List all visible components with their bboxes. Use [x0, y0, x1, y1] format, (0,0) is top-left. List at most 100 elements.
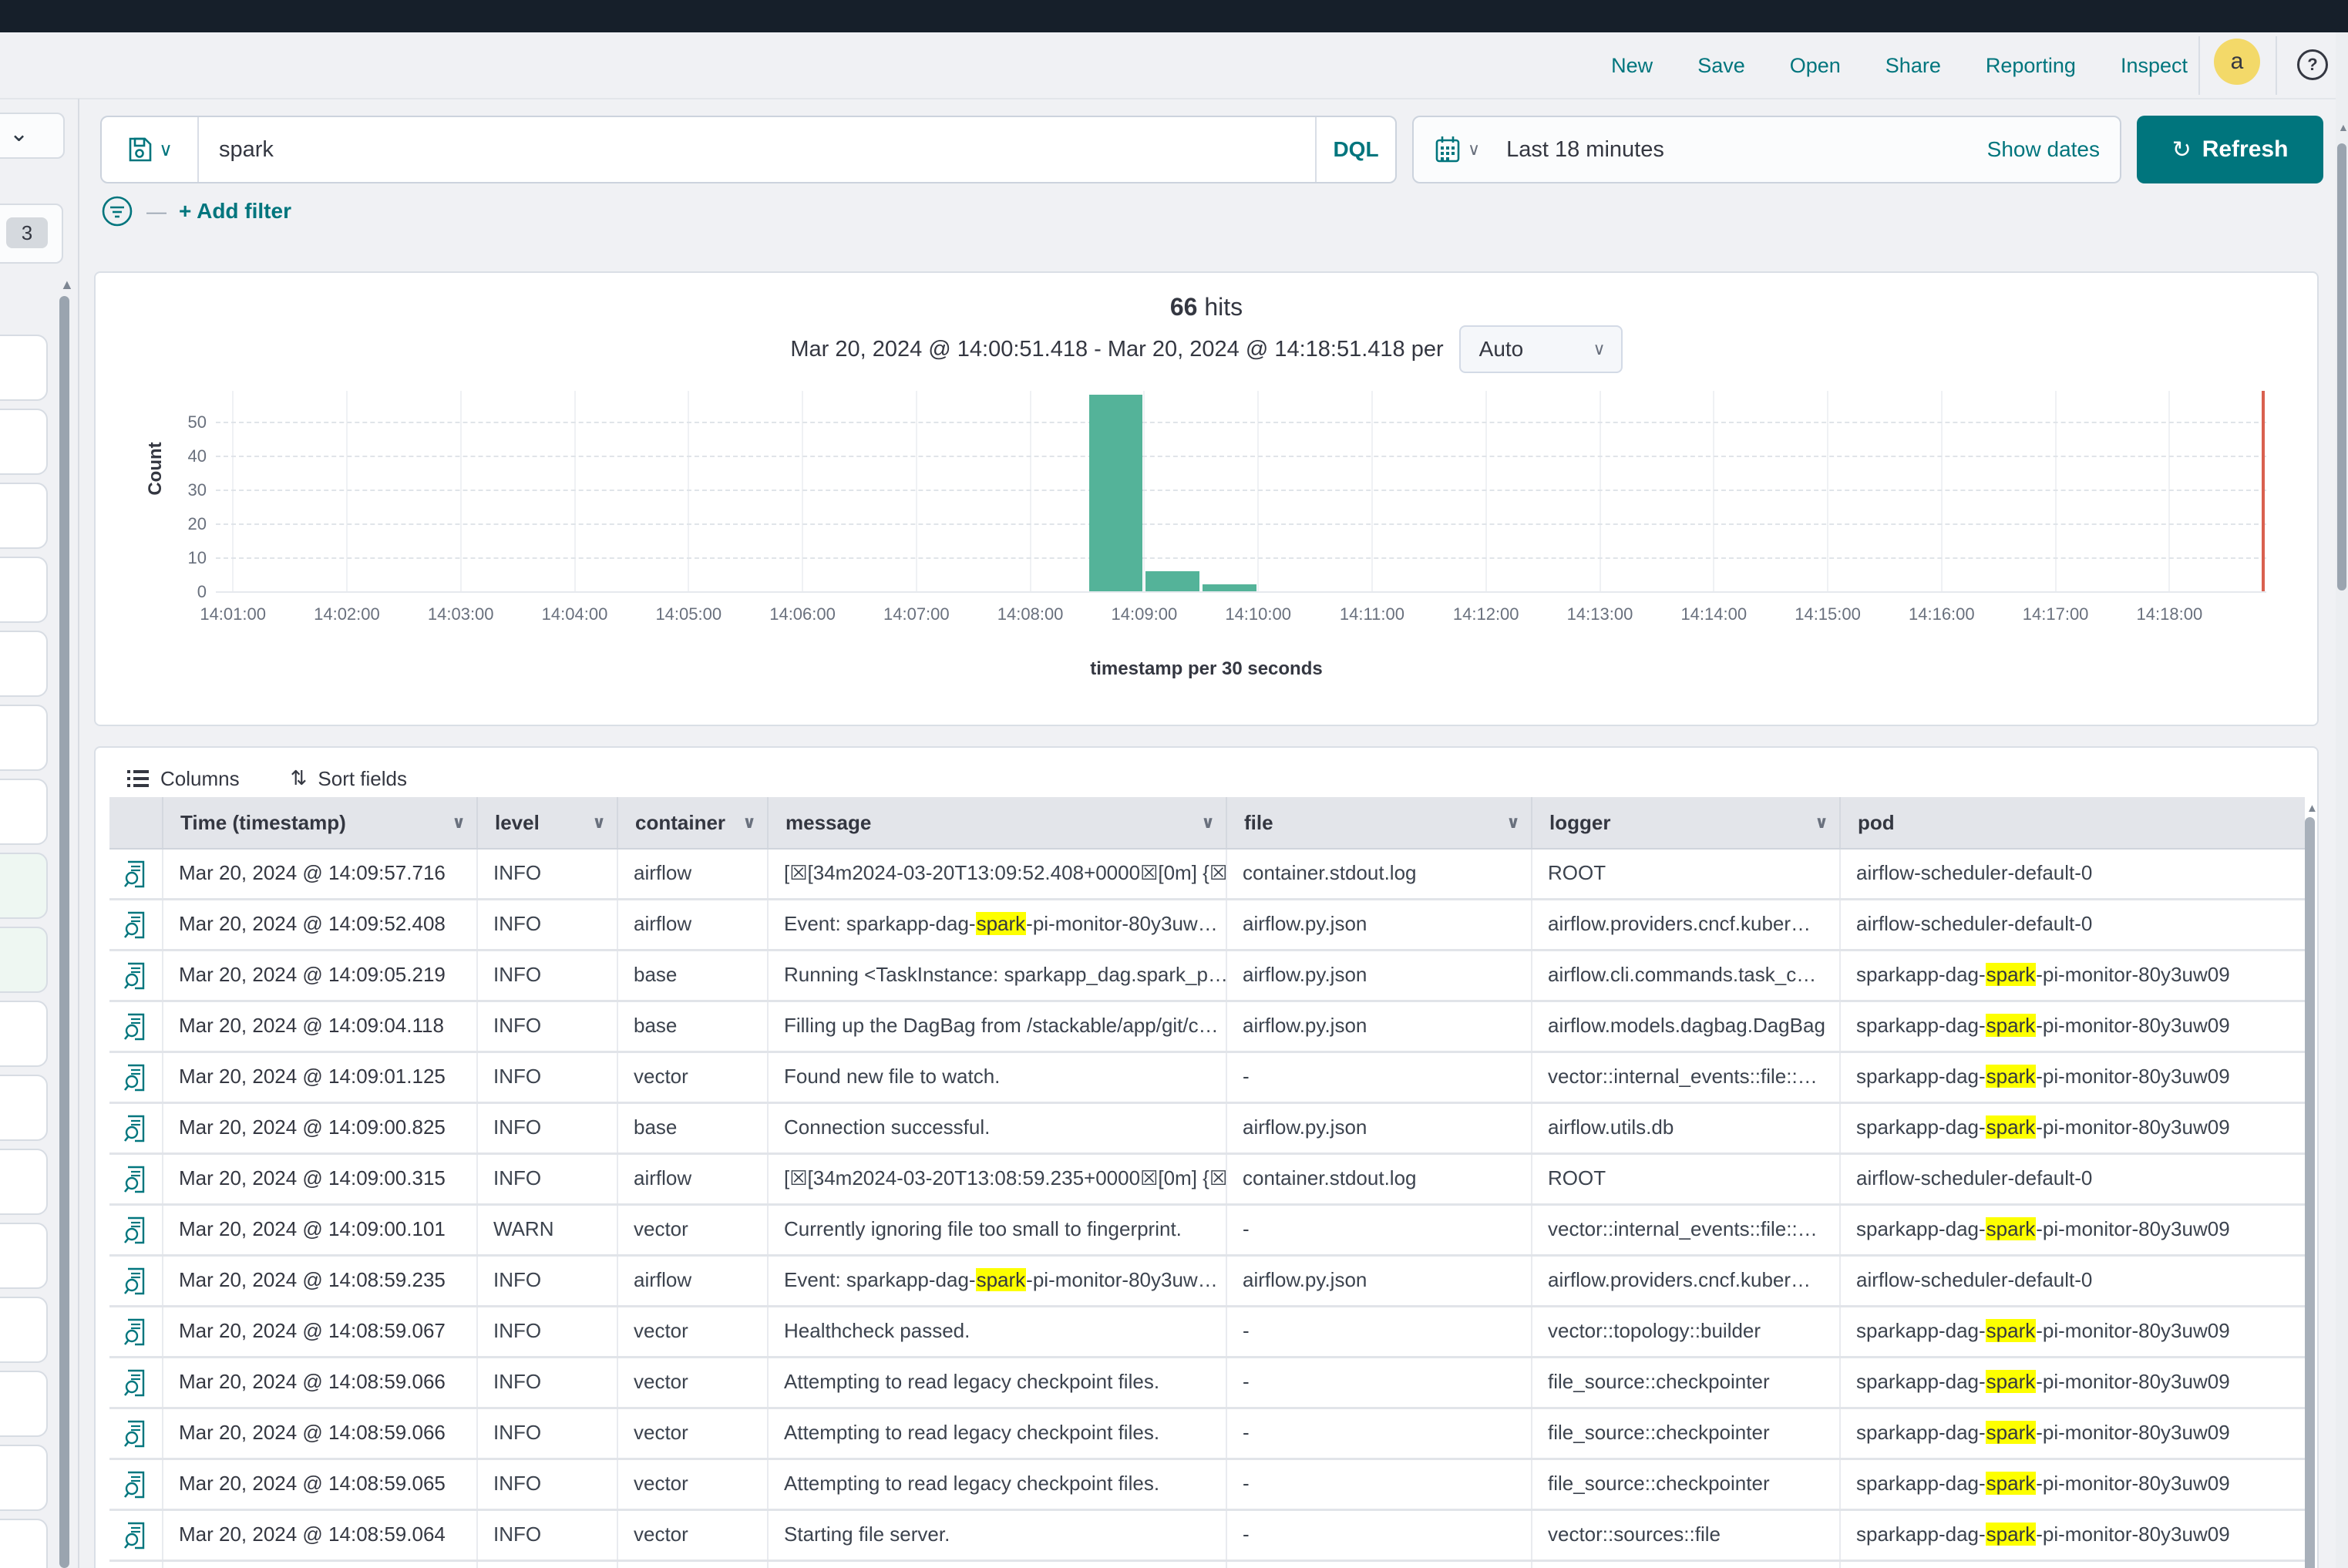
- inspect-document-icon[interactable]: [123, 860, 148, 888]
- nav-inspect[interactable]: Inspect: [2121, 54, 2188, 78]
- table-row[interactable]: Mar 20, 2024 @ 14:09:00.101 WARN vector …: [109, 1206, 2305, 1257]
- expand-row-cell[interactable]: [109, 1257, 163, 1305]
- inspect-document-icon[interactable]: [123, 1115, 148, 1142]
- field-item-cutoff[interactable]: [0, 409, 48, 475]
- field-item-cutoff[interactable]: [0, 1519, 48, 1568]
- page-scrollbar[interactable]: [2337, 143, 2346, 591]
- header-pod[interactable]: pod: [1841, 797, 2305, 848]
- header-logger[interactable]: logger∨: [1532, 797, 1841, 848]
- inspect-document-icon[interactable]: [123, 1267, 148, 1295]
- header-level[interactable]: level∨: [478, 797, 618, 848]
- expand-row-cell[interactable]: [109, 1206, 163, 1254]
- histogram-plot[interactable]: [216, 391, 2266, 593]
- expand-row-cell[interactable]: [109, 1155, 163, 1203]
- nav-open[interactable]: Open: [1790, 54, 1841, 78]
- expand-row-cell[interactable]: [109, 1358, 163, 1407]
- query-language-button[interactable]: DQL: [1315, 117, 1395, 182]
- nav-new[interactable]: New: [1611, 54, 1653, 78]
- field-item-cutoff[interactable]: [0, 483, 48, 549]
- field-item-cutoff[interactable]: [0, 1075, 48, 1141]
- header-file[interactable]: file∨: [1227, 797, 1532, 848]
- table-row[interactable]: Mar 20, 2024 @ 14:08:59.235 INFO airflow…: [109, 1257, 2305, 1307]
- expand-row-cell[interactable]: [109, 850, 163, 898]
- header-message[interactable]: message∨: [769, 797, 1227, 848]
- table-row[interactable]: Mar 20, 2024 @ 14:09:57.716 INFO airflow…: [109, 850, 2305, 900]
- inspect-document-icon[interactable]: [123, 1013, 148, 1041]
- expand-row-cell[interactable]: [109, 951, 163, 1000]
- table-scrollbar[interactable]: [2305, 817, 2315, 1568]
- avatar[interactable]: a: [2214, 39, 2260, 85]
- inspect-document-icon[interactable]: [123, 962, 148, 990]
- inspect-document-icon[interactable]: [123, 1522, 148, 1549]
- refresh-label: Refresh: [2202, 136, 2289, 163]
- saved-queries-button[interactable]: ∨: [102, 117, 199, 182]
- inspect-document-icon[interactable]: [123, 1420, 148, 1448]
- table-row[interactable]: Mar 20, 2024 @ 14:08:59.066 INFO vector …: [109, 1358, 2305, 1409]
- help-icon[interactable]: ?: [2297, 49, 2328, 80]
- inspect-document-icon[interactable]: [123, 1064, 148, 1092]
- header-time[interactable]: Time (timestamp)∨: [163, 797, 478, 848]
- interval-select[interactable]: Auto ∨: [1459, 325, 1623, 373]
- inspect-document-icon[interactable]: [123, 1318, 148, 1346]
- table-row[interactable]: Mar 20, 2024 @ 14:08:59.066 INFO vector …: [109, 1409, 2305, 1460]
- date-quick-select-button[interactable]: ∨: [1414, 135, 1480, 164]
- filter-icon[interactable]: [100, 194, 134, 228]
- sidebar-scroll-up-icon[interactable]: ▲: [60, 278, 74, 291]
- table-row[interactable]: Mar 20, 2024 @ 14:08:59.067 INFO vector …: [109, 1307, 2305, 1358]
- sort-fields-button[interactable]: ⇅ Sort fields: [291, 767, 407, 791]
- nav-save[interactable]: Save: [1697, 54, 1745, 78]
- header-container[interactable]: container∨: [618, 797, 769, 848]
- columns-button[interactable]: Columns: [126, 767, 240, 791]
- field-item-cutoff[interactable]: [0, 1223, 48, 1289]
- nav-share[interactable]: Share: [1885, 54, 1941, 78]
- inspect-document-icon[interactable]: [123, 1166, 148, 1193]
- histogram-bar[interactable]: [1145, 571, 1199, 591]
- field-item-cutoff[interactable]: ✕: [0, 557, 48, 623]
- expand-row-cell[interactable]: [109, 1104, 163, 1152]
- add-filter-button[interactable]: + Add filter: [179, 199, 291, 224]
- field-item-cutoff[interactable]: [0, 1371, 48, 1437]
- expand-row-cell[interactable]: [109, 1002, 163, 1051]
- refresh-button[interactable]: ↻ Refresh: [2137, 116, 2323, 183]
- field-item-cutoff[interactable]: [0, 853, 48, 919]
- field-item-cutoff[interactable]: [0, 1001, 48, 1067]
- field-item-cutoff[interactable]: [0, 927, 48, 993]
- histogram-bar[interactable]: [1203, 584, 1256, 591]
- inspect-document-icon[interactable]: [123, 1216, 148, 1244]
- expand-row-cell[interactable]: [109, 1460, 163, 1509]
- table-row[interactable]: Mar 20, 2024 @ 14:09:00.315 INFO airflow…: [109, 1155, 2305, 1206]
- inspect-document-icon[interactable]: [123, 911, 148, 939]
- expand-row-cell[interactable]: [109, 1409, 163, 1458]
- field-item-cutoff[interactable]: [0, 631, 48, 697]
- inspect-document-icon[interactable]: [123, 1369, 148, 1397]
- sidebar-scrollbar[interactable]: [59, 296, 69, 1568]
- nav-reporting[interactable]: Reporting: [1986, 54, 2076, 78]
- field-item-cutoff[interactable]: [0, 1149, 48, 1215]
- field-item-cutoff[interactable]: [0, 705, 48, 771]
- expand-row-cell[interactable]: [109, 1307, 163, 1356]
- time-range-value[interactable]: Last 18 minutes: [1480, 137, 1987, 163]
- table-row[interactable]: Mar 20, 2024 @ 14:09:01.125 INFO vector …: [109, 1053, 2305, 1104]
- search-query-input[interactable]: spark: [199, 137, 1315, 163]
- collapse-fields-panel-button[interactable]: ⌄: [0, 113, 65, 159]
- show-dates-button[interactable]: Show dates: [1987, 137, 2120, 162]
- table-row[interactable]: Mar 20, 2024 @ 14:08:59.065 INFO vector …: [109, 1460, 2305, 1511]
- expand-row-cell[interactable]: [109, 1511, 163, 1560]
- histogram-bar[interactable]: [1089, 395, 1143, 591]
- cell-file: airflow.py.json: [1227, 900, 1532, 949]
- field-item-cutoff[interactable]: [0, 1297, 48, 1363]
- field-item-cutoff[interactable]: [0, 335, 48, 401]
- field-item-cutoff[interactable]: [0, 779, 48, 845]
- table-row[interactable]: Mar 20, 2024 @ 14:09:05.219 INFO base Ru…: [109, 951, 2305, 1002]
- table-scroll-up-icon[interactable]: ▲: [2306, 802, 2318, 816]
- table-row[interactable]: Mar 20, 2024 @ 14:08:59.064 INFO vector …: [109, 1511, 2305, 1562]
- table-row[interactable]: Mar 20, 2024 @ 14:09:00.825 INFO base Co…: [109, 1104, 2305, 1155]
- field-item-cutoff[interactable]: [0, 1445, 48, 1511]
- expand-row-cell[interactable]: [109, 900, 163, 949]
- expand-row-cell[interactable]: [109, 1053, 163, 1102]
- table-row[interactable]: Mar 20, 2024 @ 14:09:04.118 INFO base Fi…: [109, 1002, 2305, 1053]
- table-row[interactable]: Mar 20, 2024 @ 14:09:52.408 INFO airflow…: [109, 900, 2305, 951]
- page-scroll-up-icon[interactable]: ▲: [2338, 120, 2348, 134]
- inspect-document-icon[interactable]: [123, 1471, 148, 1499]
- discover-app: New Save Open Share Reporting Inspect a …: [0, 0, 2348, 1568]
